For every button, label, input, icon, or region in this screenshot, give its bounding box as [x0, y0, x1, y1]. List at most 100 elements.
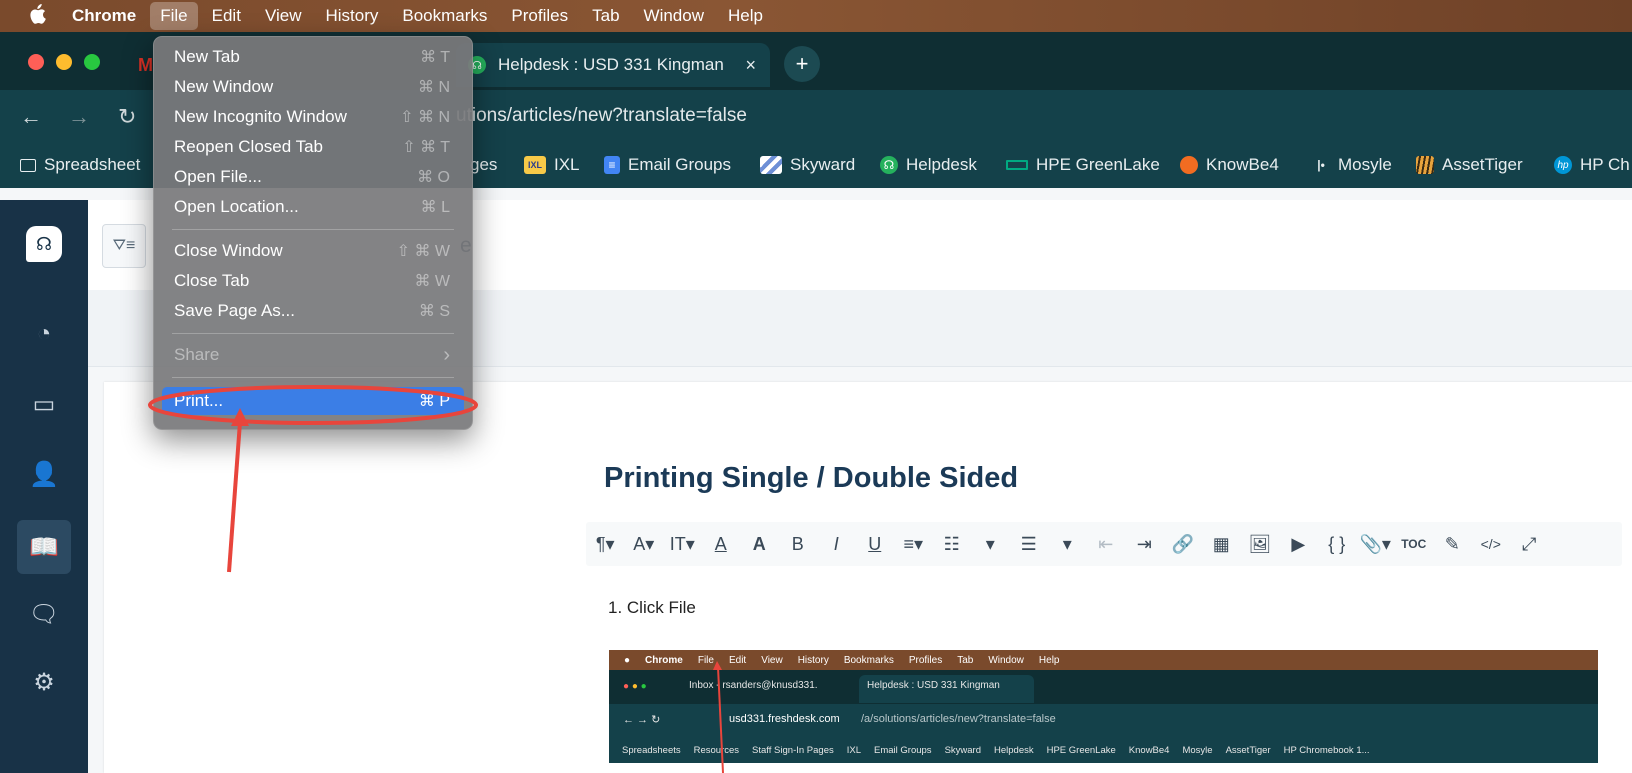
menu-item-reopen-closed-tab[interactable]: Reopen Closed Tab ⇧ ⌘ T	[162, 133, 464, 161]
menu-window[interactable]: Window	[644, 6, 704, 26]
menu-item-label: Open File...	[174, 167, 262, 186]
embedded-screenshot: ● Chrome File Edit View History Bookmark…	[609, 650, 1598, 773]
menu-item-close-tab[interactable]: Close Tab ⌘ W	[162, 267, 464, 295]
article-title[interactable]: Printing Single / Double Sided	[604, 462, 1018, 495]
chevron-right-icon: ›	[443, 343, 450, 366]
menu-tab[interactable]: Tab	[592, 6, 619, 26]
bookmark-mosyle[interactable]: |• Mosyle	[1312, 155, 1392, 175]
menu-view[interactable]: View	[265, 6, 302, 26]
embedded-apple-icon: ●	[624, 654, 631, 666]
menu-item-open-location[interactable]: Open Location... ⌘ L	[162, 193, 464, 221]
menu-item-label: Reopen Closed Tab	[174, 137, 324, 156]
embedded-page-body	[609, 763, 1598, 773]
ixl-icon: IXL	[524, 156, 546, 174]
embedded-tab-strip: ● ● ● Inbox - rsanders@knusd331. Helpdes…	[609, 670, 1598, 704]
menu-edit[interactable]: Edit	[212, 6, 241, 26]
bookmark-ixl[interactable]: IXL IXL	[524, 155, 580, 175]
menu-item-print[interactable]: Print... ⌘ P	[162, 387, 464, 415]
unordered-list-dropdown-icon[interactable]: ▾	[1048, 534, 1087, 555]
bookmark-email-groups[interactable]: ≡ Email Groups	[604, 155, 731, 175]
text-color-icon[interactable]: A	[702, 534, 741, 555]
clear-format-icon[interactable]: ✎	[1433, 534, 1472, 555]
tickets-icon[interactable]: ▭	[24, 384, 64, 424]
minimize-window-button[interactable]	[56, 54, 72, 70]
menu-item-new-window[interactable]: New Window ⌘ N	[162, 73, 464, 101]
step-1-text[interactable]: 1. Click File	[608, 598, 696, 618]
attachment-icon[interactable]: 📎▾	[1356, 534, 1395, 555]
freshdesk-logo-icon[interactable]: ☊	[26, 226, 62, 262]
highlight-color-icon[interactable]: A	[740, 534, 779, 555]
bookmark-spreadsheets[interactable]: Spreadsheet	[20, 155, 140, 175]
bold-icon[interactable]: B	[779, 534, 818, 555]
toc-icon[interactable]: TOC	[1395, 537, 1434, 551]
embedded-bookmark: IXL	[846, 745, 861, 756]
reload-icon[interactable]: ↻	[118, 104, 136, 130]
address-bar[interactable]: utions/articles/new?translate=false	[456, 96, 1616, 136]
bookmark-staff-pages[interactable]: ges	[470, 155, 497, 175]
bookmark-skyward[interactable]: Skyward	[760, 155, 855, 175]
dashboard-icon[interactable]: ◔	[24, 314, 64, 354]
menu-bookmarks[interactable]: Bookmarks	[402, 6, 487, 26]
apple-menu-icon[interactable]	[26, 3, 48, 29]
menu-help[interactable]: Help	[728, 6, 763, 26]
new-tab-button[interactable]: +	[784, 46, 820, 82]
html-source-icon[interactable]: </>	[1472, 536, 1511, 552]
video-icon[interactable]: ▶	[1279, 534, 1318, 555]
back-arrow-icon[interactable]: ←	[20, 104, 42, 130]
contacts-icon[interactable]: 👤	[24, 454, 64, 494]
ordered-list-dropdown-icon[interactable]: ▾	[971, 534, 1010, 555]
align-icon[interactable]: ≡▾	[894, 534, 933, 555]
embedded-bookmark: AssetTiger	[1225, 745, 1271, 756]
menu-item-label: Share	[174, 345, 220, 364]
paragraph-format-icon[interactable]: ¶▾	[586, 534, 625, 555]
italic-icon[interactable]: I	[817, 534, 856, 555]
unordered-list-icon[interactable]: ☰	[1010, 534, 1049, 555]
menu-history[interactable]: History	[325, 6, 378, 26]
discussions-icon[interactable]: 🗨	[24, 594, 64, 634]
helpdesk-icon: ☊	[880, 156, 898, 174]
zoom-window-button[interactable]	[84, 54, 100, 70]
link-icon[interactable]: 🔗	[1164, 534, 1203, 555]
menu-item-new-incognito-window[interactable]: New Incognito Window ⇧ ⌘ N	[162, 103, 464, 131]
menu-chrome[interactable]: Chrome	[72, 6, 136, 26]
underline-icon[interactable]: U	[856, 534, 895, 555]
bookmark-knowbe4[interactable]: KnowBe4	[1180, 155, 1279, 175]
bookmark-hp-chromebook[interactable]: hp HP Ch	[1554, 155, 1630, 175]
app-sidebar: ☊ ◔ ▭ 👤 📖 🗨 ⚙	[0, 200, 88, 773]
embedded-url-host: usd331.freshdesk.com	[729, 713, 840, 725]
font-family-icon[interactable]: A▾	[625, 534, 664, 555]
menu-item-new-tab[interactable]: New Tab ⌘ T	[162, 43, 464, 71]
font-size-icon[interactable]: IT▾	[663, 534, 702, 555]
code-block-icon[interactable]: { }	[1318, 534, 1357, 555]
ordered-list-icon[interactable]: ☷	[933, 534, 972, 555]
settings-gear-icon[interactable]: ⚙	[24, 662, 64, 702]
embedded-tab-helpdesk: Helpdesk : USD 331 Kingman	[859, 675, 1034, 703]
forward-arrow-icon[interactable]: →	[68, 104, 90, 130]
embedded-menu-item: File	[697, 654, 714, 666]
bookmark-hpe-greenlake[interactable]: HPE GreenLake	[1006, 155, 1160, 175]
menu-item-label: Print...	[174, 391, 224, 410]
filter-toggle-button[interactable]: ⛛≡	[102, 224, 146, 268]
table-icon[interactable]: ▦	[1202, 534, 1241, 555]
menu-item-save-page-as[interactable]: Save Page As... ⌘ S	[162, 297, 464, 325]
menu-item-close-window[interactable]: Close Window ⇧ ⌘ W	[162, 237, 464, 265]
menu-item-shortcut: ⌘ L	[420, 199, 450, 216]
bookmark-assettiger[interactable]: AssetTiger	[1416, 155, 1523, 175]
solutions-book-icon[interactable]: 📖	[17, 520, 71, 574]
fullscreen-icon[interactable]: ⤢	[1510, 534, 1549, 555]
tab-title: Helpdesk : USD 331 Kingman	[498, 55, 724, 74]
bookmark-helpdesk[interactable]: ☊ Helpdesk	[880, 155, 977, 175]
tab-close-icon[interactable]: ×	[745, 55, 756, 76]
embedded-menu-item: Profiles	[908, 654, 943, 666]
embedded-menu-item: Help	[1038, 654, 1060, 666]
menu-file[interactable]: File	[150, 2, 198, 30]
outdent-icon[interactable]: ⇤	[1087, 534, 1126, 555]
indent-icon[interactable]: ⇥	[1125, 534, 1164, 555]
embedded-bookmarks: Spreadsheets Resources Staff Sign-In Pag…	[609, 738, 1598, 763]
embedded-menu-item: Bookmarks	[843, 654, 894, 666]
close-window-button[interactable]	[28, 54, 44, 70]
menu-profiles[interactable]: Profiles	[511, 6, 568, 26]
tab-helpdesk[interactable]: ☊ Helpdesk : USD 331 Kingman ×	[456, 43, 770, 87]
menu-item-open-file[interactable]: Open File... ⌘ O	[162, 163, 464, 191]
image-icon[interactable]: 🖼	[1241, 534, 1280, 555]
